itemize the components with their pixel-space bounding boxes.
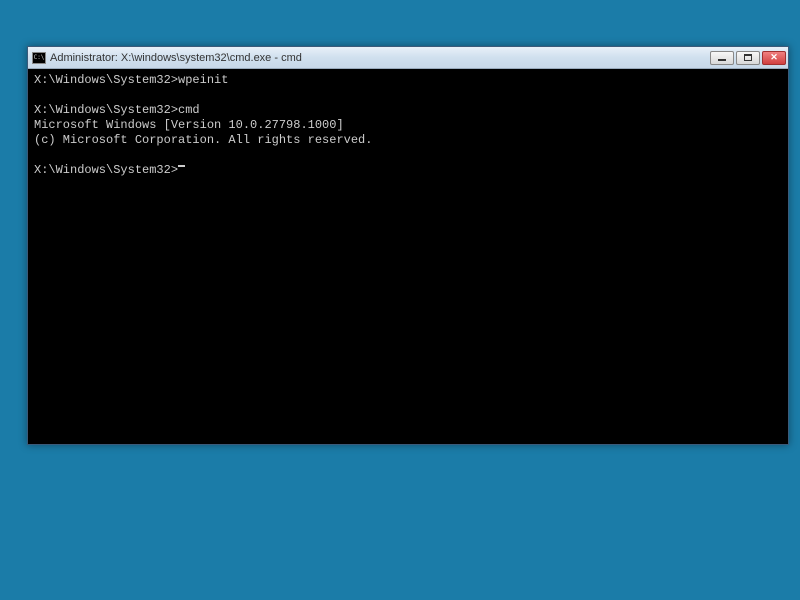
cursor (178, 165, 185, 167)
cmd-icon-text: C:\ (34, 55, 45, 61)
minimize-button[interactable] (710, 51, 734, 65)
terminal-prompt-line: X:\Windows\System32> (34, 163, 782, 178)
maximize-icon (744, 54, 752, 61)
terminal-line: X:\Windows\System32>cmd (34, 103, 782, 118)
window-controls: ✕ (710, 51, 786, 65)
close-button[interactable]: ✕ (762, 51, 786, 65)
cmd-icon: C:\ (32, 52, 46, 64)
minimize-icon (718, 59, 726, 61)
terminal-line (34, 148, 782, 163)
terminal-line: Microsoft Windows [Version 10.0.27798.10… (34, 118, 782, 133)
terminal-prompt: X:\Windows\System32> (34, 163, 178, 178)
terminal-line: X:\Windows\System32>wpeinit (34, 73, 782, 88)
close-icon: ✕ (770, 52, 778, 63)
maximize-button[interactable] (736, 51, 760, 65)
terminal-line (34, 88, 782, 103)
terminal-line: (c) Microsoft Corporation. All rights re… (34, 133, 782, 148)
terminal-area[interactable]: X:\Windows\System32>wpeinit X:\Windows\S… (28, 69, 788, 444)
cmd-window: C:\ Administrator: X:\windows\system32\c… (27, 46, 789, 445)
window-title: Administrator: X:\windows\system32\cmd.e… (50, 52, 710, 64)
titlebar[interactable]: C:\ Administrator: X:\windows\system32\c… (28, 47, 788, 69)
